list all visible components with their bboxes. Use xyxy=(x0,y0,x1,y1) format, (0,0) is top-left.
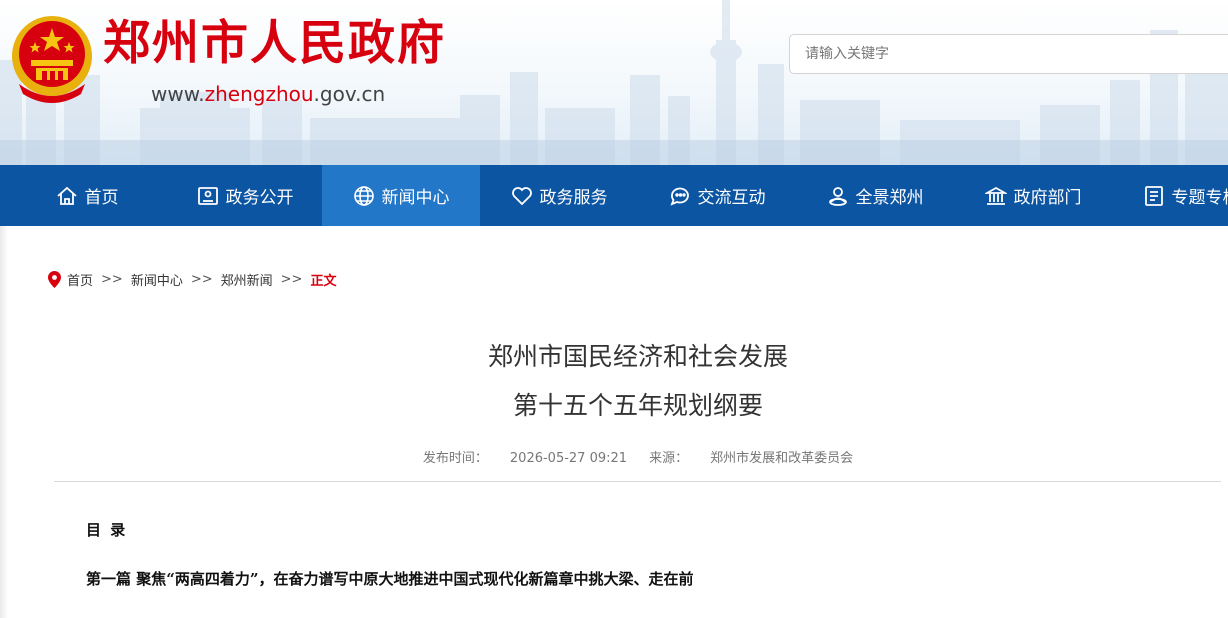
nav-label: 全景郑州 xyxy=(855,188,924,208)
publish-info: 发布时间： 2026-05-27 09:21 xyxy=(423,451,627,466)
site-url[interactable]: www.zhengzhou.gov.cn xyxy=(151,82,385,106)
breadcrumb-separator: >> xyxy=(101,271,123,287)
url-suffix: .gov.cn xyxy=(313,82,386,106)
nav-item-special-topics[interactable]: 专题专栏 xyxy=(1112,165,1228,226)
publish-label: 发布时间： xyxy=(422,451,488,466)
main-nav: 首页 政务公开 新闻中心 政务服务 交流互动 全景郑州 政府部门 专题专栏 xyxy=(0,165,1228,226)
bank-icon xyxy=(984,185,1007,207)
user-location-icon xyxy=(827,185,849,207)
nav-label: 专题专栏 xyxy=(1171,188,1228,208)
nav-label: 政务公开 xyxy=(225,188,294,208)
national-emblem-logo xyxy=(12,16,92,103)
nav-item-news-center[interactable]: 新闻中心 xyxy=(322,165,480,226)
article-meta: 发布时间： 2026-05-27 09:21 来源： 郑州市发展和改革委员会 xyxy=(0,447,1228,466)
globe-icon xyxy=(353,185,375,207)
source-info: 来源： 郑州市发展和改革委员会 xyxy=(649,451,853,466)
toc-part-1: 第一篇 聚焦“两高四着力”，在奋力谱写中原大地推进中国式现代化新篇章中挑大梁、走… xyxy=(86,570,694,588)
publish-time: 2026-05-27 09:21 xyxy=(509,451,628,466)
breadcrumb-news-center[interactable]: 新闻中心 xyxy=(131,270,183,289)
search-input[interactable] xyxy=(803,45,1207,63)
nav-item-government-affairs[interactable]: 政务公开 xyxy=(166,165,324,226)
nav-label: 政务服务 xyxy=(539,188,608,208)
nav-item-panorama[interactable]: 全景郑州 xyxy=(796,165,954,226)
toc-heading: 目 录 xyxy=(86,521,128,539)
url-accent: zhengzhou xyxy=(204,82,314,106)
nav-item-interaction[interactable]: 交流互动 xyxy=(638,165,796,226)
nav-label: 新闻中心 xyxy=(381,188,450,208)
list-icon xyxy=(1143,185,1165,207)
nav-item-government-services[interactable]: 政务服务 xyxy=(480,165,638,226)
breadcrumb-current: 正文 xyxy=(310,273,337,289)
site-header: 郑州市人民政府 www.zhengzhou.gov.cn xyxy=(0,0,1228,165)
breadcrumb-separator: >> xyxy=(190,271,213,287)
article-title-line2: 第十五个五年规划纲要 xyxy=(512,391,763,420)
left-edge-shadow xyxy=(0,226,8,618)
article-title-line1: 郑州市国民经济和社会发展 xyxy=(487,342,788,371)
search-box[interactable] xyxy=(789,34,1228,74)
site-title[interactable]: 郑州市人民政府 xyxy=(103,14,446,74)
breadcrumb: 首页 >> 新闻中心 >> 郑州新闻 >> 正文 xyxy=(48,269,336,289)
source-label: 来源： xyxy=(649,451,689,466)
url-prefix: www. xyxy=(151,82,205,106)
nav-label: 政府部门 xyxy=(1013,188,1082,208)
breadcrumb-home[interactable]: 首页 xyxy=(67,270,93,289)
nav-item-departments[interactable]: 政府部门 xyxy=(954,165,1112,226)
breadcrumb-zhengzhou-news[interactable]: 郑州新闻 xyxy=(221,270,273,289)
nav-label: 交流互动 xyxy=(697,188,766,208)
breadcrumb-separator: >> xyxy=(280,271,303,287)
meta-divider xyxy=(54,481,1221,482)
location-pin-icon xyxy=(48,270,61,288)
nav-item-home[interactable]: 首页 xyxy=(8,165,166,226)
id-card-icon xyxy=(197,185,219,207)
home-icon xyxy=(56,185,78,207)
source-name: 郑州市发展和改革委员会 xyxy=(710,451,854,466)
heart-icon xyxy=(511,185,533,207)
chat-icon xyxy=(669,185,691,207)
nav-label: 首页 xyxy=(84,188,119,208)
